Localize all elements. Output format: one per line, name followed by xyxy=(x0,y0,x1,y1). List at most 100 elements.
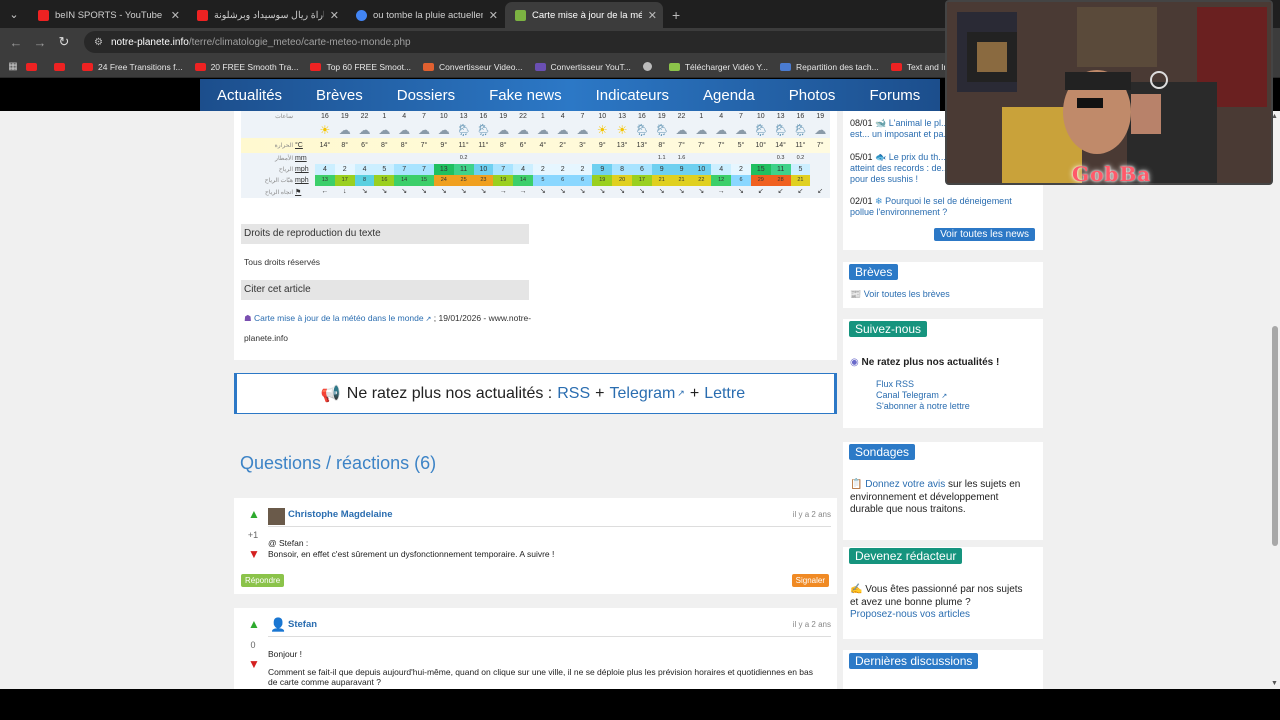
comment-author[interactable]: Stefan xyxy=(288,619,317,630)
bookmark[interactable]: Convertisseur Video... xyxy=(423,61,523,72)
wind-direction-icon: → xyxy=(717,188,725,195)
cite-link[interactable]: Carte mise à jour de la météo dans le mo… xyxy=(254,313,424,323)
breves-link[interactable]: 📰 Voir toutes les brèves xyxy=(850,289,1040,300)
bookmark[interactable] xyxy=(54,62,70,71)
page-scrollbar[interactable]: ▲ ▼ xyxy=(1270,111,1280,689)
forecast-row-label: اتجاه الرياح xyxy=(264,189,293,196)
nav-breves[interactable]: Brèves xyxy=(316,87,363,104)
news-item[interactable]: 02/01 ❄ Pourquoi le sel de déneigement po… xyxy=(850,196,1040,218)
vote-up-icon[interactable]: ▲ xyxy=(248,507,260,521)
tab-pluie[interactable]: ou tombe la pluie actuellement ✕ xyxy=(346,2,504,28)
comment-date: il y a 2 ans xyxy=(792,620,831,629)
tab-match-summary[interactable]: ملخص مباراة ريال سوسيداد وبرشلونة ✕ xyxy=(187,2,345,28)
scroll-down-icon[interactable]: ▼ xyxy=(1271,680,1278,687)
bookmark[interactable]: 24 Free Transitions f... xyxy=(82,62,183,72)
forecast-hour: 1 xyxy=(699,113,704,120)
forecast-hour: 4 xyxy=(560,113,565,120)
nav-forums[interactable]: Forums xyxy=(869,87,920,104)
forecast-temp: 6° xyxy=(519,142,527,149)
bookmark[interactable]: Repartition des tach... xyxy=(780,62,879,72)
divider xyxy=(268,636,831,637)
close-icon[interactable]: ✕ xyxy=(171,9,180,22)
telegram-link[interactable]: Canal Telegram ↗ xyxy=(876,390,947,400)
nav-actualites[interactable]: Actualités xyxy=(217,87,282,104)
weather-icon: ☀ xyxy=(596,123,608,137)
tab-search-icon[interactable]: ⌄ xyxy=(0,0,28,28)
lettre-link[interactable]: Lettre xyxy=(704,385,745,403)
clipboard-icon: 📋 xyxy=(850,479,863,490)
forecast-rain xyxy=(592,153,612,164)
writer-link[interactable]: Proposez-nous vos articles xyxy=(850,609,970,620)
forecast-gust: 23 xyxy=(473,175,494,186)
all-news-button[interactable]: Voir toutes les news xyxy=(934,228,1035,241)
forecast-hour: 19 xyxy=(340,113,349,120)
bookmark[interactable] xyxy=(26,62,42,71)
reload-icon[interactable]: ↻ xyxy=(52,34,76,50)
nav-agenda[interactable]: Agenda xyxy=(703,87,755,104)
follow-heading-label: Ne ratez plus nos actualités ! xyxy=(861,357,1000,368)
vote-down-icon[interactable]: ▼ xyxy=(248,657,260,671)
vote-up-icon[interactable]: ▲ xyxy=(248,617,260,631)
doc-icon xyxy=(780,62,791,71)
apps-icon[interactable]: ▦ xyxy=(0,61,26,72)
vote-down-icon[interactable]: ▼ xyxy=(248,547,260,561)
bookmark[interactable] xyxy=(642,62,657,71)
bookmark[interactable]: 20 FREE Smooth Tra... xyxy=(194,62,298,72)
google-icon xyxy=(356,9,367,21)
close-icon[interactable]: ✕ xyxy=(330,9,339,22)
writing-hand-icon: ✍ xyxy=(850,584,863,595)
close-icon[interactable]: ✕ xyxy=(489,9,498,22)
weather-icon: ☁ xyxy=(417,123,430,137)
avatar xyxy=(268,508,285,525)
vote-score: 0 xyxy=(250,640,256,650)
weather-icon: 🌦 xyxy=(772,123,789,137)
wind-direction-icon: ↘ xyxy=(738,188,744,195)
tab-carte-meteo[interactable]: Carte mise à jour de la météo ✕ xyxy=(505,2,663,28)
bookmark[interactable]: Top 60 FREE Smoot... xyxy=(310,62,411,72)
rss-link[interactable]: RSS xyxy=(557,385,590,403)
globe-icon xyxy=(642,62,652,71)
nav-indicateurs[interactable]: Indicateurs xyxy=(596,87,669,104)
comment-author[interactable]: Christophe Magdelaine xyxy=(288,509,393,520)
telegram-link[interactable]: Telegram xyxy=(609,385,675,403)
fish-icon: 🐟 xyxy=(875,152,887,162)
forecast-hour: 22 xyxy=(519,113,527,120)
forecast-rain xyxy=(434,153,454,164)
forecast-temp: 7° xyxy=(678,142,685,149)
polls-link[interactable]: Donnez votre avis xyxy=(865,479,945,490)
forecast-gust: 6 xyxy=(552,175,573,186)
nav-photos[interactable]: Photos xyxy=(789,87,836,104)
forecast-hour: 10 xyxy=(439,113,448,120)
forecast-temp: 4° xyxy=(539,142,547,149)
reply-button[interactable]: Répondre xyxy=(241,574,285,587)
forecast-rain xyxy=(691,153,711,164)
weather-icon: 🌦 xyxy=(654,123,670,137)
nav-fake-news[interactable]: Fake news xyxy=(489,87,562,104)
forward-icon[interactable]: → xyxy=(28,35,52,50)
close-icon[interactable]: ✕ xyxy=(648,9,657,22)
new-tab-icon[interactable]: + xyxy=(664,2,680,28)
youtube-icon xyxy=(38,9,49,21)
tab-bein-sports[interactable]: beIN SPORTS - YouTube ✕ xyxy=(28,2,186,28)
report-button[interactable]: Signaler xyxy=(791,574,829,587)
bookmark-label: Convertisseur Video... xyxy=(439,61,523,72)
rss-link[interactable]: Flux RSS xyxy=(876,379,914,389)
news-date: 05/01 xyxy=(850,152,873,162)
forecast-hour: 10 xyxy=(756,113,765,120)
forecast-wind xyxy=(810,164,830,175)
forecast-hour: 13 xyxy=(618,113,626,120)
wind-direction-icon: ↘ xyxy=(619,188,626,195)
url-input[interactable]: ⚙ notre-planete.info/terre/climatologie_… xyxy=(84,31,964,53)
forecast-hour: 16 xyxy=(796,113,805,120)
back-icon[interactable]: ← xyxy=(4,35,28,50)
newsletter-link[interactable]: S'abonner à notre lettre xyxy=(876,401,970,411)
bookmark[interactable]: Télécharger Vidéo Y... xyxy=(668,62,768,72)
bookmark[interactable]: Convertisseur YouT... xyxy=(534,62,631,72)
scroll-thumb[interactable] xyxy=(1272,326,1278,546)
site-info-icon[interactable]: ⚙ xyxy=(94,37,103,48)
nav-dossiers[interactable]: Dossiers xyxy=(397,87,455,104)
forecast-wind: 5 xyxy=(374,164,395,175)
weather-icon: 🌦 xyxy=(792,123,809,137)
forecast-rain xyxy=(335,153,355,164)
forecast-rain xyxy=(315,153,335,164)
